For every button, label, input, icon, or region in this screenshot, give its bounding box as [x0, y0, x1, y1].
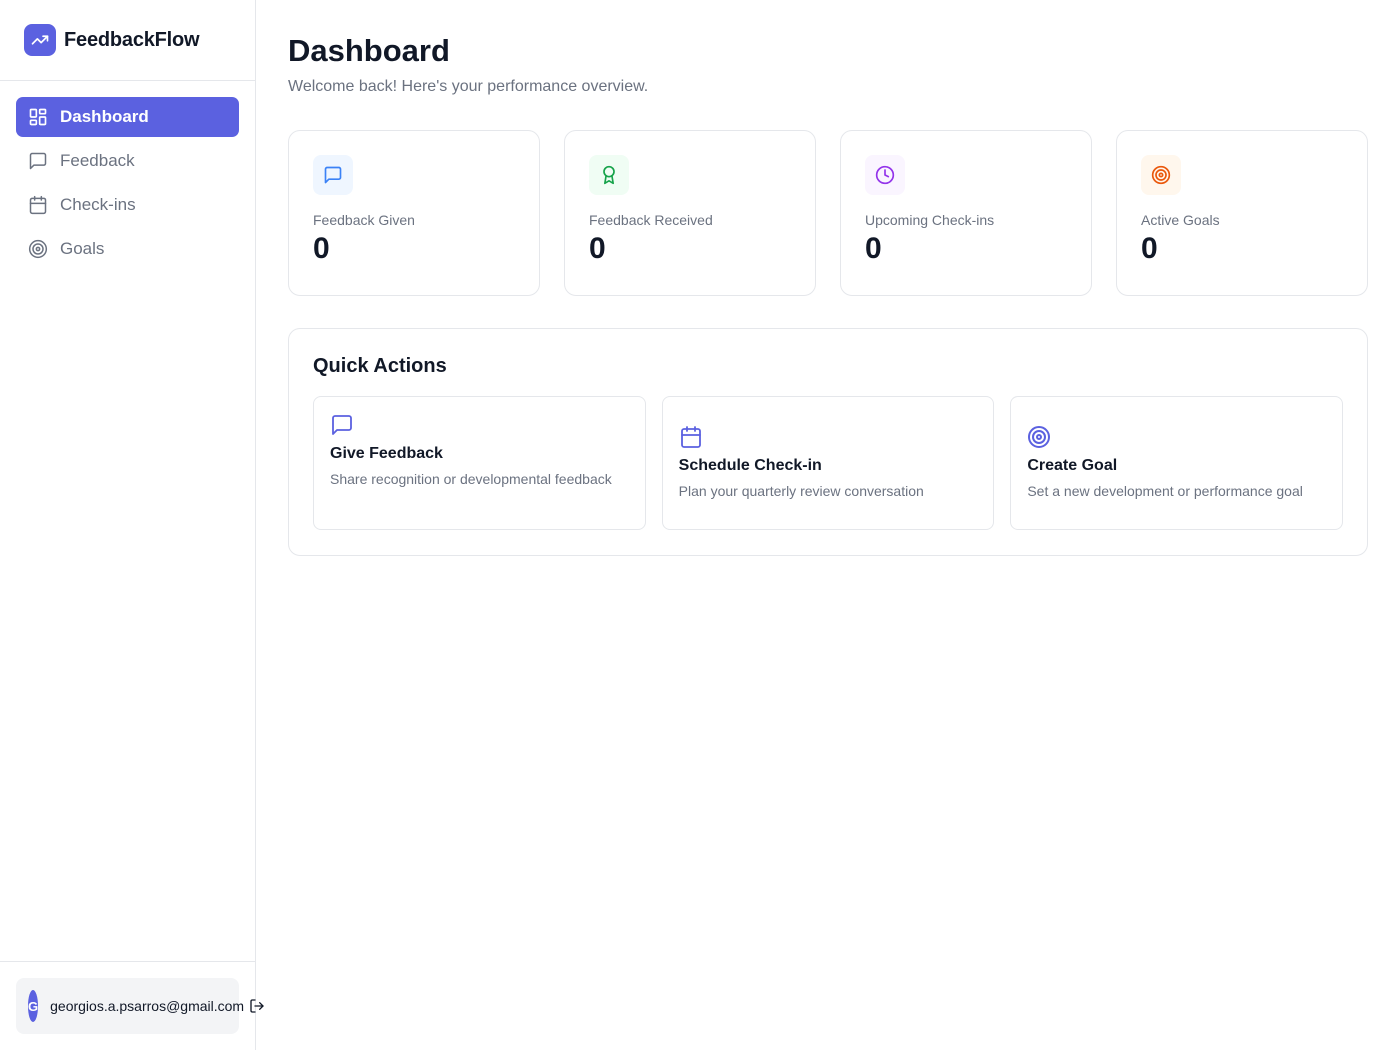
avatar: G: [28, 990, 39, 1022]
schedule-check-in-button[interactable]: Schedule Check-in Plan your quarterly re…: [661, 396, 995, 530]
action-title: Create Goal: [1027, 457, 1118, 474]
target-icon: [1141, 155, 1181, 195]
action-description: Share recognition or developmental feedb…: [330, 471, 612, 487]
calendar-icon: [679, 425, 703, 449]
main-content: Dashboard Welcome back! Here's your perf…: [288, 0, 1368, 556]
stat-value: 0: [589, 232, 606, 265]
brand: FeedbackFlow: [0, 0, 255, 81]
stat-label: Feedback Given: [313, 212, 415, 228]
message-square-icon: [313, 155, 353, 195]
sidebar-item-feedback[interactable]: Feedback: [16, 141, 239, 181]
target-icon: [28, 239, 48, 259]
stat-card-feedback-given: Feedback Given 0: [288, 130, 540, 296]
quick-actions-title: Quick Actions: [313, 355, 447, 377]
stat-value: 0: [865, 232, 882, 265]
sidebar-nav: Dashboard Feedback Check-ins Goals: [0, 81, 255, 269]
stat-label: Feedback Received: [589, 212, 713, 228]
stats-row: Feedback Given 0 Feedback Received 0 Upc…: [288, 130, 1368, 296]
stat-label: Active Goals: [1141, 212, 1220, 228]
award-icon: [589, 155, 629, 195]
quick-actions-panel: Quick Actions Give Feedback Share recogn…: [288, 328, 1368, 556]
sidebar-item-label: Check-ins: [60, 195, 136, 214]
message-square-icon: [28, 151, 48, 171]
log-out-icon[interactable]: [249, 998, 265, 1014]
quick-actions-list: Give Feedback Share recognition or devel…: [313, 396, 1344, 530]
sidebar-item-check-ins[interactable]: Check-ins: [16, 185, 239, 225]
message-square-icon: [330, 413, 354, 437]
stat-value: 0: [1141, 232, 1158, 265]
sidebar-item-label: Goals: [60, 239, 105, 258]
user-area: G georgios.a.psarros@gmail.com: [0, 961, 264, 1050]
stat-value: 0: [313, 232, 330, 265]
create-goal-button[interactable]: Create Goal Set a new development or per…: [1010, 396, 1344, 530]
sidebar-item-goals[interactable]: Goals: [16, 229, 239, 269]
sidebar-item-label: Dashboard: [60, 107, 149, 126]
stat-label: Upcoming Check-ins: [865, 212, 995, 228]
stat-card-upcoming-check-ins: Upcoming Check-ins 0: [840, 130, 1092, 296]
page-subtitle: Welcome back! Here's your performance ov…: [288, 78, 649, 95]
page-title: Dashboard: [288, 33, 450, 68]
stat-card-active-goals: Active Goals 0: [1116, 130, 1368, 296]
trending-up-icon: [24, 24, 56, 56]
brand-name: FeedbackFlow: [64, 28, 200, 51]
calendar-icon: [28, 195, 48, 215]
sidebar-item-dashboard[interactable]: Dashboard: [16, 97, 239, 137]
action-description: Set a new development or performance goa…: [1027, 483, 1303, 499]
clock-icon: [865, 155, 905, 195]
user-card: G georgios.a.psarros@gmail.com: [16, 978, 264, 1034]
sidebar: FeedbackFlow Dashboard Feedback Check-in…: [0, 0, 264, 1050]
target-icon: [1027, 425, 1051, 449]
user-email: georgios.a.psarros@gmail.com: [50, 998, 245, 1014]
stat-card-feedback-received: Feedback Received 0: [564, 130, 816, 296]
layout-dashboard-icon: [28, 107, 48, 127]
give-feedback-button[interactable]: Give Feedback Share recognition or devel…: [313, 396, 646, 530]
action-title: Schedule Check-in: [678, 457, 822, 474]
sidebar-item-label: Feedback: [60, 151, 135, 170]
action-description: Plan your quarterly review conversation: [678, 483, 924, 499]
action-title: Give Feedback: [330, 445, 443, 462]
